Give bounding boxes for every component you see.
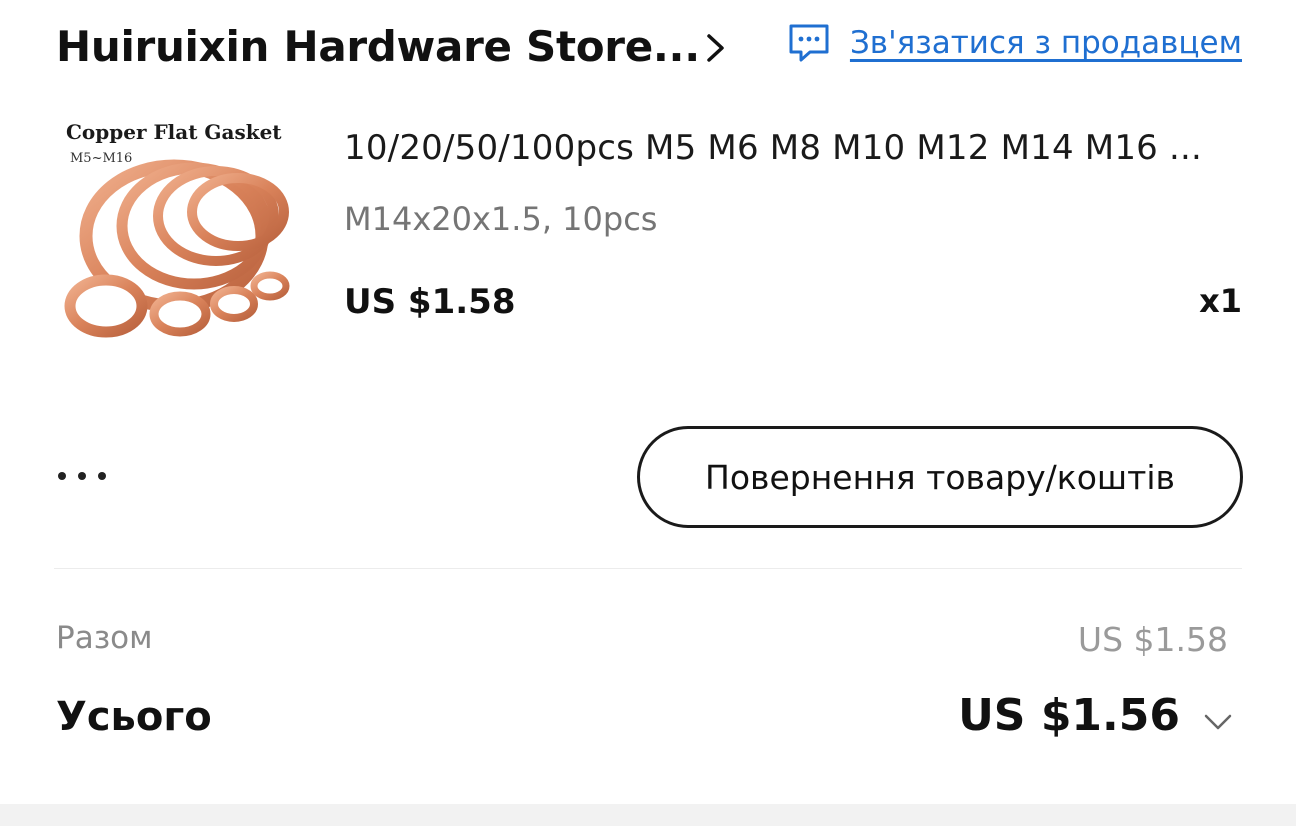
product-price: US $1.58	[344, 282, 516, 322]
contact-seller-label: Зв'язатися з продавцем	[849, 25, 1242, 61]
more-dot-icon	[78, 472, 86, 480]
subtotal-label: Разом	[56, 620, 153, 656]
store-header: Huiruixin Hardware Store... Зв'язатися з…	[56, 14, 1242, 78]
divider	[54, 568, 1242, 569]
store-name[interactable]: Huiruixin Hardware Store...	[56, 22, 700, 71]
contact-seller-link[interactable]: Зв'язатися з продавцем	[786, 20, 1242, 66]
return-refund-button[interactable]: Повернення товару/коштів	[637, 426, 1243, 528]
subtotal-value: US $1.58	[1077, 620, 1228, 659]
product-variant: M14x20x1.5, 10pcs	[344, 200, 658, 238]
more-options-button[interactable]	[58, 450, 128, 502]
more-dot-icon	[58, 472, 66, 480]
image-subtitle: M5~M16	[70, 151, 132, 166]
total-label: Усього	[56, 694, 212, 740]
more-dot-icon	[98, 472, 106, 480]
chevron-right-icon[interactable]	[696, 28, 736, 68]
chat-bubble-icon	[789, 24, 829, 62]
product-quantity: x1	[1199, 282, 1242, 320]
order-card: Huiruixin Hardware Store... Зв'язатися з…	[0, 0, 1296, 826]
image-title: Copper Flat Gasket	[66, 120, 282, 144]
chevron-down-icon[interactable]	[1198, 702, 1238, 742]
product-image[interactable]: Copper Flat Gasket M5~M16	[56, 116, 300, 350]
bottom-separator	[0, 804, 1296, 826]
total-value[interactable]: US $1.56	[958, 690, 1180, 741]
product-title[interactable]: 10/20/50/100pcs M5 M6 M8 M10 M12 M14 M16…	[344, 128, 1244, 168]
